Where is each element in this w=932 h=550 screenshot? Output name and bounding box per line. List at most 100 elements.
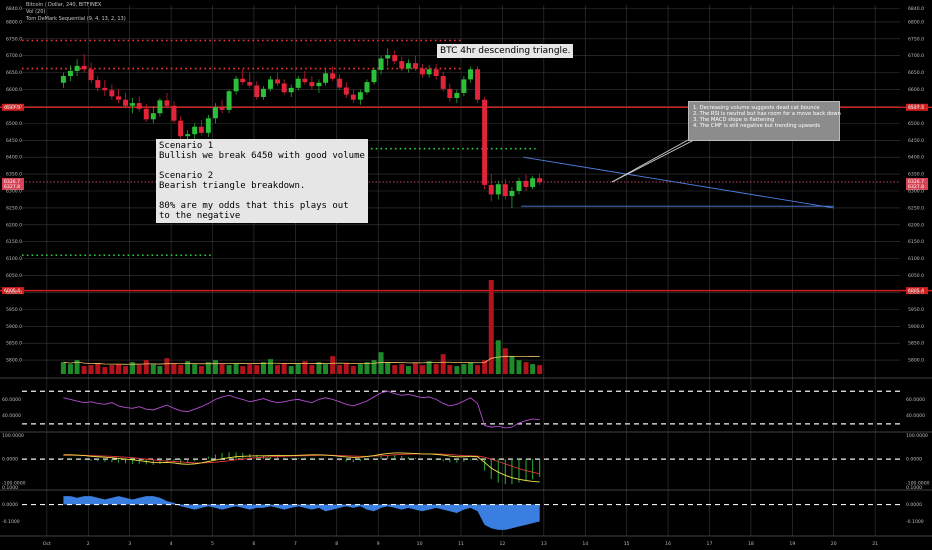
volume-bar [440,354,446,374]
volume-bar [260,362,266,374]
volume-bar [447,365,453,374]
macd-signal-line [63,453,540,475]
pane-tick-label-left: -0.1000 [2,519,20,525]
volume-bar [316,362,322,374]
volume-bar [164,358,170,374]
price-tick-label-left: 6840.0 [6,6,22,12]
candle-body [74,65,80,71]
x-tick-label: 20 [831,541,837,547]
callout-line: 4. The CMF is still negative but trendin… [693,123,821,129]
price-tick-label-left: 6700.0 [6,53,22,59]
x-tick-label: Oct [43,541,51,547]
candle-body [240,78,246,83]
candle-body [212,107,218,119]
volume-bar [171,363,177,374]
candle-body [178,120,184,137]
cmf-area [63,496,540,530]
volume-bar [212,360,218,374]
chart-title: Bitcoin / Dollar, 240, BITFINEX [26,2,102,8]
volume-bar [364,362,370,374]
price-tick-label-right: 6150.0 [908,239,924,245]
price-tick-label-left: 6000.0 [6,290,22,296]
x-tick-label: 3 [128,541,131,547]
price-tick-label-right: 5950.0 [908,307,924,313]
rsi-pane: 60.0000 60.0000 40.0000 40.0000 [2,390,925,429]
candle-body [150,113,156,120]
volume-bar [516,360,522,374]
x-tick-label: 2 [87,541,90,547]
volume-bar [116,364,121,374]
pane-tick-label-left: 0.0000 [2,502,18,508]
volume-bar [419,365,425,374]
volume-bar [454,366,460,374]
price-tick-label-left: 6400.0 [6,155,22,161]
candle-body [67,70,73,77]
price-tick-label-right: 6450.0 [908,138,924,144]
callout-pointer [611,139,695,183]
volume-bar [185,361,191,374]
volume-bar [468,362,474,374]
price-tick-label-left: 5850.0 [6,341,22,347]
pane-tick-label-right: 0.0000 [906,502,922,508]
price-tick-label-right: 6000.0 [908,290,924,296]
candle-body [488,184,494,195]
price-tick-label-left: 6500.0 [6,121,22,127]
candle-body [530,178,536,187]
volume-bar [81,366,87,374]
volume-bar [123,366,129,374]
price-tick-label-left: 6350.0 [6,172,22,178]
x-tick-label: 19 [789,541,795,547]
volume-bar [143,360,149,374]
volume-bar [392,365,398,374]
macd-line [63,452,540,483]
candle-body [254,85,260,97]
candle-body [385,55,391,59]
price-tick-label-right: 6750.0 [908,36,924,42]
candle-body [260,88,266,97]
volume-bar [350,366,356,374]
volume-indicator-label: Vol (20) [26,9,46,15]
cmf-pane: 0.1000 0.10000.0000 0.0000-0.1000 -0.1000 [2,485,924,530]
pane-tick-label-right: 0.0000 [906,457,922,463]
price-tick-label-left: 5950.0 [6,307,22,313]
candle-body [475,69,481,100]
pane-tick-label-right: 40.0000 [906,413,925,419]
candle-body [205,118,211,133]
btc-price-chart[interactable]: 6547.5 6547.56005.4 6005.46326.76327.86326… [0,0,932,550]
candle-body [523,180,529,187]
candle-body [482,99,488,185]
candle-body [357,92,363,100]
price-tick-label-left: 6650.0 [6,70,22,76]
pane-tick-label-left: 60.0000 [2,397,21,403]
candle-body [323,73,329,83]
candle-body [316,82,322,87]
x-tick-label: 11 [458,541,464,547]
volume-bar [109,365,115,374]
candle-body [392,55,398,62]
candle-body [60,76,66,83]
price-tick-label-right: 6800.0 [908,19,924,25]
x-tick-label: 8 [335,541,338,547]
volume-bar [240,366,246,374]
volume-bar [309,365,315,374]
volume-bar [385,362,391,374]
pane-tick-label-left: 0.0000 [2,457,18,463]
candle-body [88,69,94,81]
candle-body [219,107,225,110]
volume-bar [102,367,108,374]
volume-bar [502,348,508,374]
candle-body [143,108,149,120]
price-tick-label-right: 5900.0 [908,324,924,330]
price-tick-label-left: 6600.0 [6,87,22,93]
price-tick-label-left: 6150.0 [6,239,22,245]
volume-bar [198,366,204,374]
x-tick-label: 7 [294,541,297,547]
candle-body [136,103,142,109]
pane-tick-label-right: 60.0000 [906,397,925,403]
volume-bar [150,364,156,374]
pane-tick-label-right: 100.0000 [906,433,928,439]
volume-bar [254,365,260,374]
volume-bar [378,352,384,374]
volume-bar [461,364,467,374]
x-tick-label: 14 [582,541,588,547]
